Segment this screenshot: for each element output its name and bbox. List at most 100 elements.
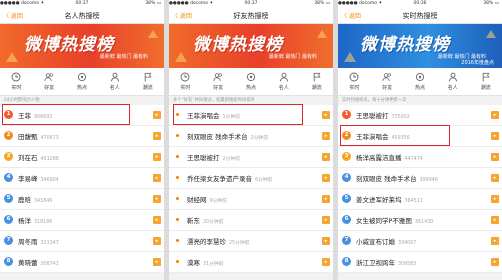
list-item[interactable]: 7 周冬雨 311347 ▸ [0,231,164,252]
list-hint: 实时热搜排名，每十分钟更新一次 [342,98,407,103]
tab-friends[interactable]: 好友 [371,68,404,95]
tab-flag[interactable]: 潮流 [469,68,502,95]
banner-title: 微博热搜榜 [24,35,114,55]
rank-badge: 7 [4,236,13,245]
list-item[interactable]: 财经网 9分钟前 ▸ [169,189,333,210]
rank-badge: 5 [342,194,351,203]
item-value: 6分钟前 [255,178,273,183]
list-item[interactable]: 4 刻双眼皮 残命手术台 399946 ▸ [338,168,502,189]
tab-friends[interactable]: 好友 [33,68,66,95]
status-time: 00:36 [413,1,427,6]
banner-decoration [175,52,187,62]
search-tag-icon: ▸ [491,111,499,119]
item-value: 2分钟前 [250,136,269,141]
list-item[interactable]: 乔任梁女友争遗产录音 6分钟前 ▸ [169,168,333,189]
list-item[interactable]: 漂亮的李慧珍 25分钟前 ▸ [169,231,333,252]
list-item[interactable]: 王思聪被打 2分钟前 ▸ [169,147,333,168]
list-item[interactable]: 8 浙江卫视跨年 309583 ▸ [338,252,502,273]
list-item[interactable]: 刻双眼皮 残命手术台 2分钟前 ▸ [169,126,333,147]
item-value: 318186 [34,220,53,225]
clock-icon [349,72,359,82]
clock-icon [11,72,21,82]
rank-badge: 6 [4,215,13,224]
hot-search-banner[interactable]: 微博热搜榜 最新鲜 最热门 最有料 [169,24,333,68]
search-tag-icon: ▸ [322,237,330,245]
search-tag-icon: ▸ [491,216,499,224]
navigation-bar: 〈 返回 好友热搜榜 [169,8,333,24]
search-tag-icon: ▸ [153,174,161,182]
search-tag-icon: ▸ [153,111,161,119]
list-item[interactable]: 3 刘在石 451288 ▸ [0,147,164,168]
tab-clock[interactable]: 实时 [338,68,371,95]
search-tag-icon: ▸ [322,174,330,182]
highlight-box [173,104,303,125]
hot-search-banner[interactable]: 微博热搜榜 最新鲜 最热门 最有料 [0,24,164,68]
item-title: 靳东 [187,217,200,225]
item-title: 女生被同学P不雅图 [356,217,412,225]
search-tag-icon: ▸ [322,258,330,266]
rank-badge: 1 [342,110,351,119]
tab-person[interactable]: 名人 [98,68,131,95]
tab-hot[interactable]: 热点 [404,68,437,95]
rank-badge: 8 [4,257,13,266]
status-time: 00:37 [75,1,89,6]
item-name: 姜文进军好莱坞 364511 [356,194,423,204]
tab-person[interactable]: 名人 [436,68,469,95]
item-value: 2分钟前 [222,157,240,162]
item-name: 田馥甄 470673 [18,131,59,141]
status-bar: ●●●●● docomo ✦ 00:37 38% ▭ [169,0,333,8]
tab-label: 实时 [180,85,191,91]
list-item[interactable]: 2 田馥甄 470673 ▸ [0,126,164,147]
navigation-bar: 〈 返回 实时热搜榜 [338,8,502,24]
item-value: 361430 [414,220,434,225]
rank-badge: 8 [342,257,351,266]
item-title: 姜文进军好莱坞 [356,196,402,204]
list-item[interactable]: 5 姜文进军好莱坞 364511 ▸ [338,189,502,210]
tab-flag[interactable]: 潮流 [300,68,333,95]
list-item[interactable]: 5 鹿晗 341846 ▸ [0,189,164,210]
rank-badge: 4 [342,173,351,182]
tab-hot[interactable]: 热点 [66,68,99,95]
friends-icon [382,72,392,82]
category-tabs: 实时 好友 热点 名人 潮流 [338,68,502,96]
list-item[interactable]: 3 杨洋高露洁直播 447474 ▸ [338,147,502,168]
tab-flag[interactable]: 潮流 [131,68,164,95]
flag-icon [481,72,491,82]
item-name: 刘在石 451288 [18,152,59,162]
search-tag-icon: ▸ [491,237,499,245]
list-item[interactable]: 6 女生被同学P不雅图 361430 ▸ [338,210,502,231]
list-item[interactable]: 4 李易峰 346904 ▸ [0,168,164,189]
tab-clock[interactable]: 实时 [0,68,33,95]
list-item[interactable]: 8 黄晓蕾 308741 ▸ [0,252,164,273]
item-name: 王思聪被打 2分钟前 [187,152,240,162]
hot-icon [77,72,87,82]
tab-clock[interactable]: 实时 [169,68,202,95]
list-item[interactable]: 1 王思聪被打 735002 ▸ [338,105,502,126]
tab-label: 名人 [447,85,458,91]
list-item[interactable]: 漠寒 31分钟前 ▸ [169,252,333,273]
tab-label: 好友 [44,85,55,91]
item-title: 王思聪被打 [356,112,389,120]
item-value: 308741 [40,262,59,267]
tab-friends[interactable]: 好友 [202,68,235,95]
banner-decoration [317,30,327,38]
bullet-dot [176,134,179,137]
item-title: 浙江卫视跨年 [356,259,395,267]
hot-search-banner[interactable]: 微博热搜榜 最新鲜 最热门 最有料 2016年度盘点 [338,24,502,68]
search-tag-icon: ▸ [153,153,161,161]
item-title: 财经网 [187,196,207,204]
tab-label: 好友 [382,85,393,91]
item-name: 杨洋 318186 [18,215,52,225]
item-name: 黄晓蕾 308741 [18,257,59,267]
list-item[interactable]: 7 小威宣布订婚 334007 ▸ [338,231,502,252]
highlight-box [340,125,450,146]
search-tag-icon: ▸ [322,111,330,119]
search-tag-icon: ▸ [153,237,161,245]
list-item[interactable]: 靳东 20分钟前 ▸ [169,210,333,231]
item-name: 鹿晗 341846 [18,194,52,204]
tab-person[interactable]: 名人 [267,68,300,95]
tab-hot[interactable]: 热点 [235,68,268,95]
tab-label: 名人 [278,85,289,91]
item-value: 470673 [40,136,59,141]
list-item[interactable]: 6 杨洋 318186 ▸ [0,210,164,231]
